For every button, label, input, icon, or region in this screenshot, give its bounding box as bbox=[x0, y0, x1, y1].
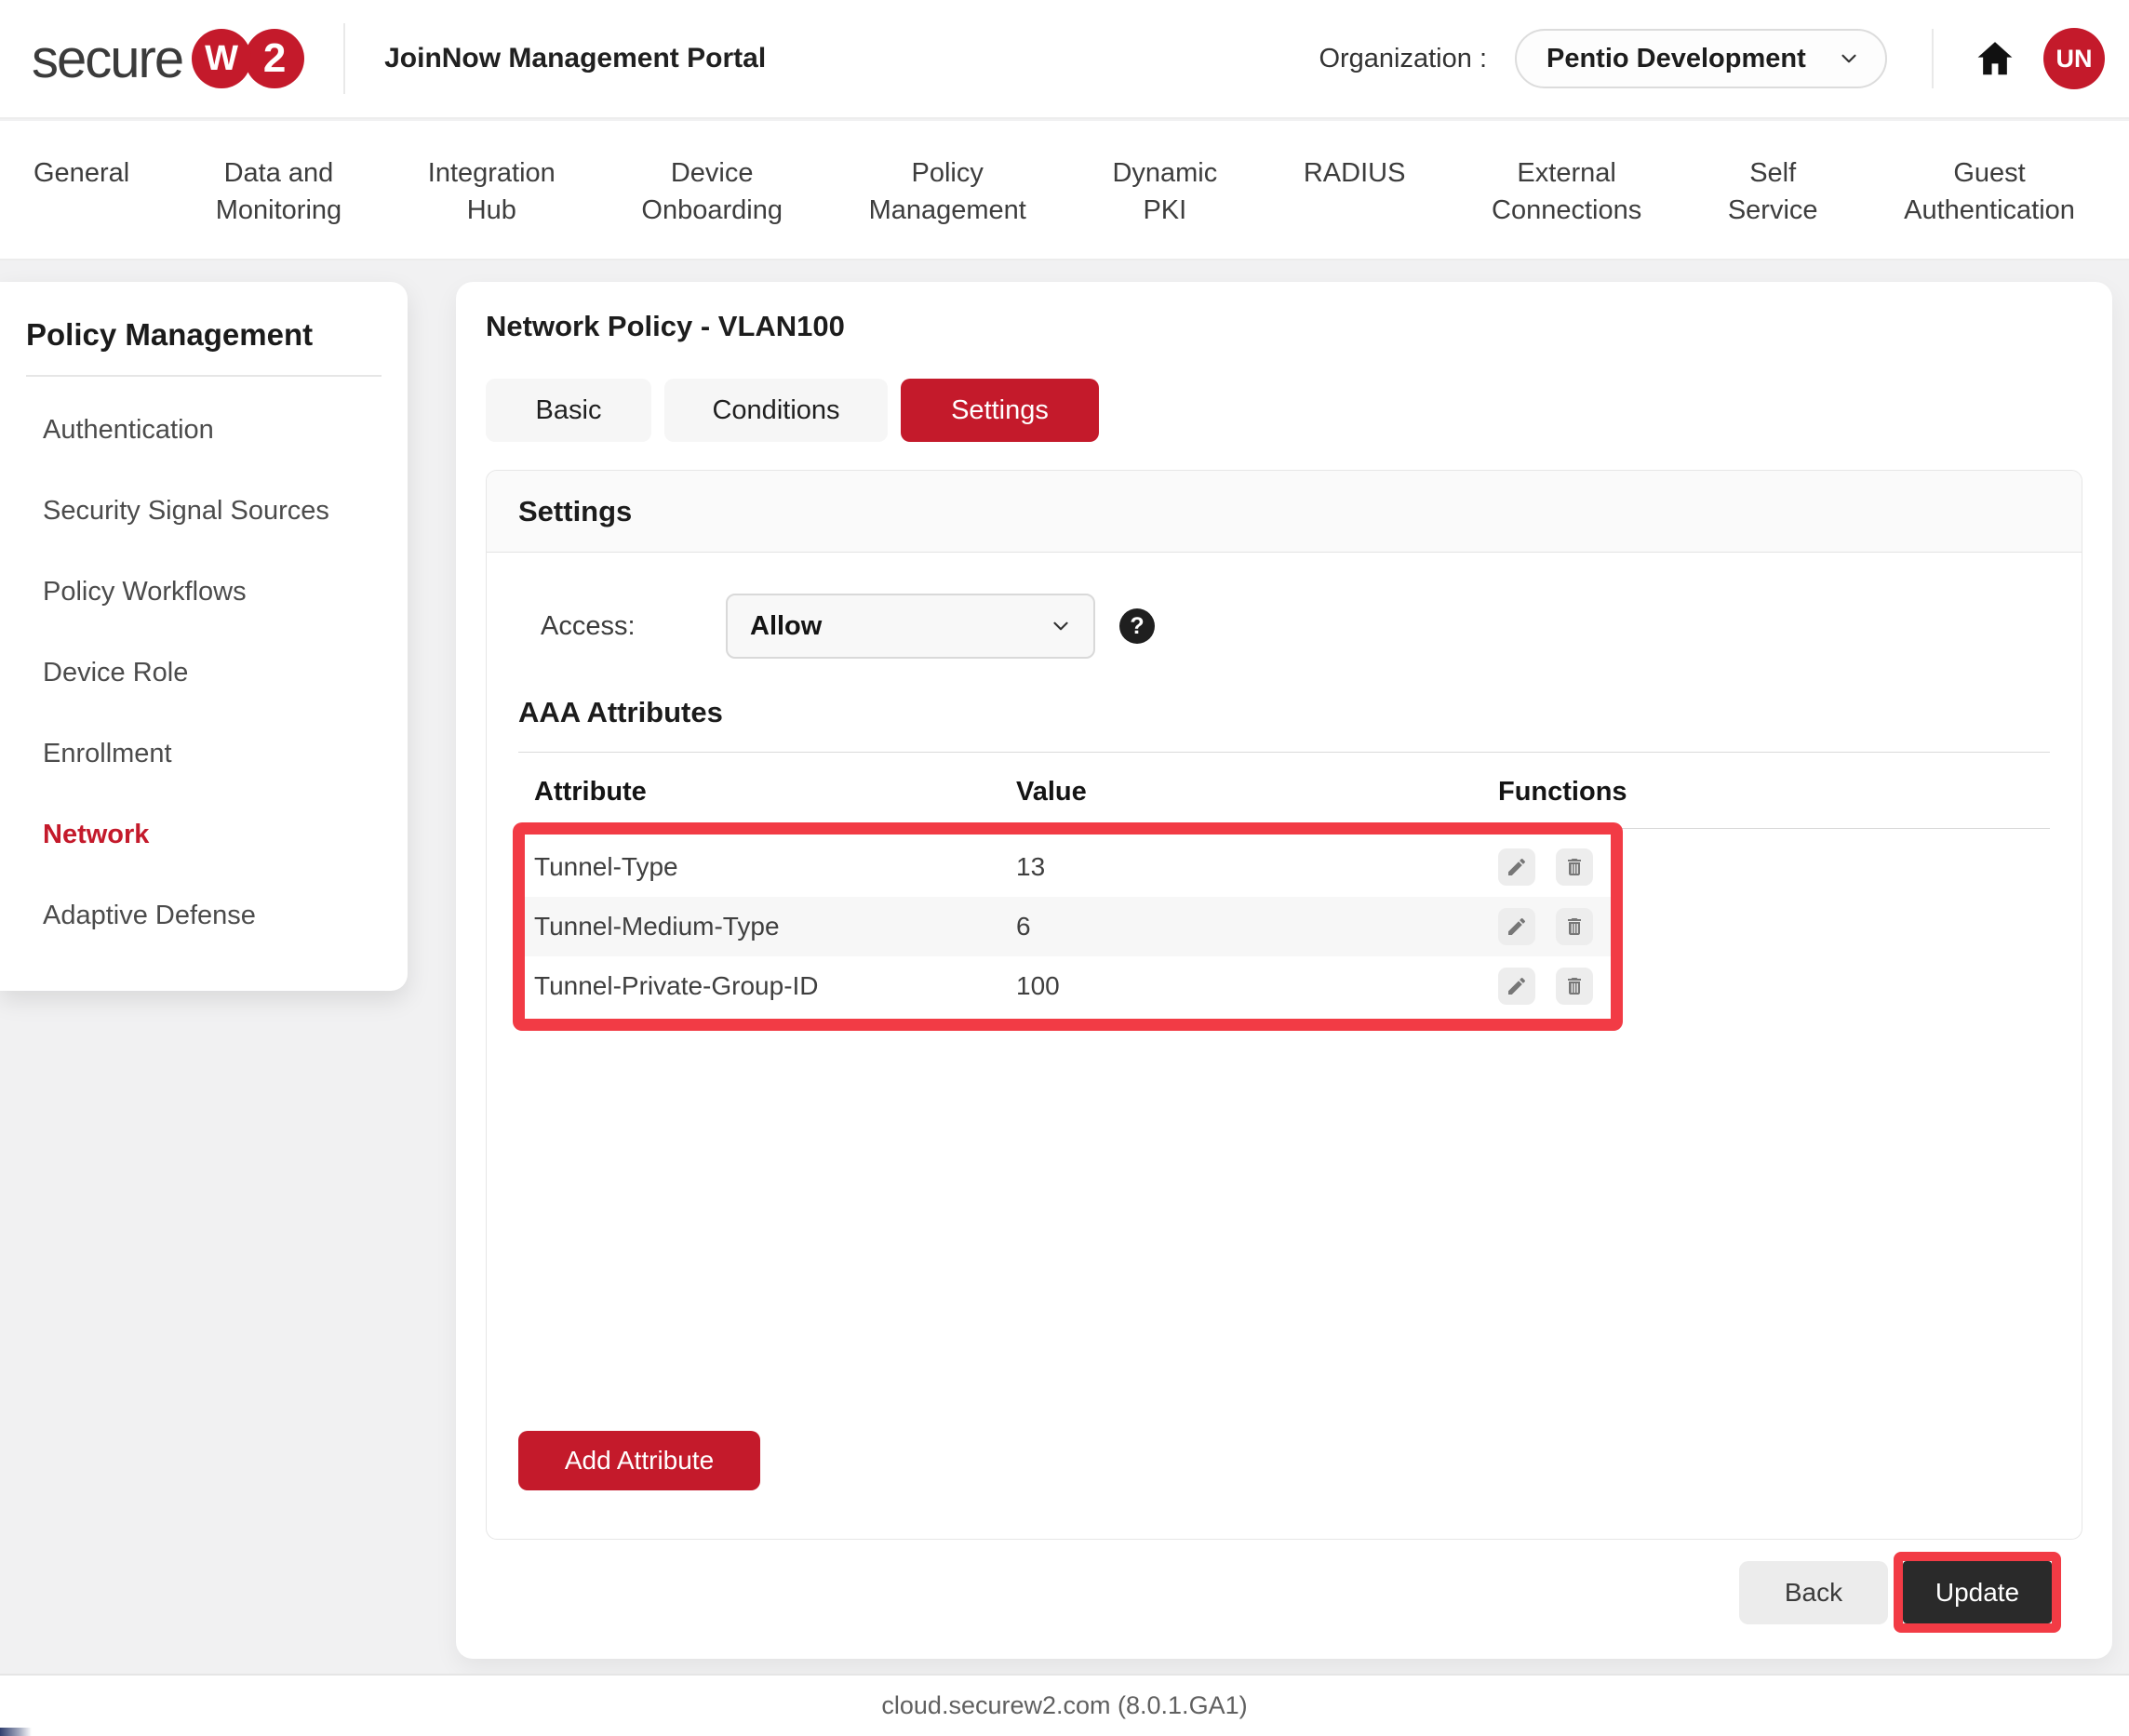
pencil-icon bbox=[1506, 975, 1528, 997]
access-label: Access: bbox=[541, 611, 726, 642]
sidebar-divider bbox=[26, 375, 382, 377]
edit-button[interactable] bbox=[1498, 968, 1535, 1005]
row-actions bbox=[1498, 968, 1611, 1005]
attribute-cell: Tunnel-Medium-Type bbox=[534, 912, 1016, 941]
value-cell: 100 bbox=[1016, 971, 1498, 1001]
attribute-cell: Tunnel-Type bbox=[534, 852, 1016, 882]
help-icon[interactable]: ? bbox=[1119, 608, 1155, 644]
nav-item-guest-authentication[interactable]: Guest Authentication bbox=[1904, 154, 2075, 229]
nav-item-self-service[interactable]: Self Service bbox=[1728, 154, 1818, 229]
chevron-down-icon bbox=[1049, 614, 1073, 638]
bottom-left-widget-sliver bbox=[0, 1728, 32, 1736]
value-cell: 6 bbox=[1016, 912, 1498, 941]
sidebar-title: Policy Management bbox=[26, 317, 382, 353]
card-actions: Back Update bbox=[486, 1552, 2082, 1633]
sidebar-item-security-signal-sources[interactable]: Security Signal Sources bbox=[0, 471, 408, 552]
settings-panel: Settings Access: Allow ? AAA Attributes … bbox=[486, 470, 2082, 1540]
access-row: Access: Allow ? bbox=[518, 594, 2050, 659]
back-button[interactable]: Back bbox=[1739, 1561, 1888, 1624]
top-header: secure W 2 JoinNow Management Portal Org… bbox=[0, 0, 2129, 119]
organization-label: Organization : bbox=[1319, 44, 1487, 74]
user-avatar[interactable]: UN bbox=[2043, 28, 2105, 89]
policy-management-sidebar: Policy Management Authentication Securit… bbox=[0, 282, 408, 991]
trash-icon bbox=[1563, 856, 1586, 878]
edit-button[interactable] bbox=[1498, 848, 1535, 886]
pencil-icon bbox=[1506, 915, 1528, 938]
sidebar-item-authentication[interactable]: Authentication bbox=[0, 390, 408, 471]
header-divider bbox=[343, 23, 345, 94]
nav-item-integration-hub[interactable]: Integration Hub bbox=[428, 154, 556, 229]
nav-item-dynamic-pki[interactable]: Dynamic PKI bbox=[1112, 154, 1217, 229]
header-divider bbox=[1932, 29, 1934, 88]
logo-circle-w: W bbox=[192, 29, 251, 88]
sidebar-item-device-role[interactable]: Device Role bbox=[0, 633, 408, 714]
logo-circle-2: 2 bbox=[245, 29, 304, 88]
access-select[interactable]: Allow bbox=[726, 594, 1095, 659]
main-navbar: General Data and Monitoring Integration … bbox=[0, 121, 2129, 260]
row-actions bbox=[1498, 848, 1611, 886]
annotation-box-update: Update bbox=[1894, 1552, 2061, 1633]
nav-item-device-onboarding[interactable]: Device Onboarding bbox=[641, 154, 783, 229]
tab-basic[interactable]: Basic bbox=[486, 379, 651, 442]
column-header-functions: Functions bbox=[1498, 777, 2050, 808]
annotation-box-table: Tunnel-Type 13 Tunnel-Medium-Type 6 bbox=[513, 822, 1623, 1031]
page-title: Network Policy - VLAN100 bbox=[486, 310, 2082, 343]
header-right: Organization : Pentio Development UN bbox=[1319, 28, 2129, 89]
access-select-value: Allow bbox=[750, 611, 822, 642]
portal-title: JoinNow Management Portal bbox=[384, 43, 766, 74]
delete-button[interactable] bbox=[1556, 848, 1593, 886]
column-header-attribute: Attribute bbox=[534, 777, 1016, 808]
home-button[interactable] bbox=[1971, 34, 2019, 83]
tab-conditions[interactable]: Conditions bbox=[664, 379, 888, 442]
delete-button[interactable] bbox=[1556, 908, 1593, 945]
pencil-icon bbox=[1506, 856, 1528, 878]
nav-item-general[interactable]: General bbox=[33, 154, 129, 192]
value-cell: 13 bbox=[1016, 852, 1498, 882]
delete-button[interactable] bbox=[1556, 968, 1593, 1005]
nav-item-policy-management[interactable]: Policy Management bbox=[869, 154, 1026, 229]
edit-button[interactable] bbox=[1498, 908, 1535, 945]
sidebar-list: Authentication Security Signal Sources P… bbox=[0, 390, 408, 956]
logo-text-secure: secure bbox=[32, 28, 182, 90]
settings-panel-body: Access: Allow ? AAA Attributes Attribute… bbox=[487, 553, 2082, 1533]
trash-icon bbox=[1563, 915, 1586, 938]
organization-value: Pentio Development bbox=[1547, 44, 1806, 74]
tab-settings[interactable]: Settings bbox=[901, 379, 1099, 442]
table-row-tunnel-medium-type: Tunnel-Medium-Type 6 bbox=[525, 897, 1611, 956]
footer-text: cloud.securew2.com (8.0.1.GA1) bbox=[881, 1691, 1247, 1720]
column-header-value: Value bbox=[1016, 777, 1498, 808]
aaa-table-header: Attribute Value Functions bbox=[518, 753, 2050, 829]
nav-item-data-and-monitoring[interactable]: Data and Monitoring bbox=[216, 154, 341, 229]
page-footer: cloud.securew2.com (8.0.1.GA1) bbox=[0, 1674, 2129, 1736]
content-area: Policy Management Authentication Securit… bbox=[0, 262, 2129, 1674]
update-button[interactable]: Update bbox=[1903, 1561, 2052, 1623]
table-row-tunnel-private-group-id: Tunnel-Private-Group-ID 100 bbox=[525, 956, 1611, 1016]
nav-item-external-connections[interactable]: External Connections bbox=[1492, 154, 1641, 229]
sidebar-item-network[interactable]: Network bbox=[0, 795, 408, 875]
network-policy-card: Network Policy - VLAN100 Basic Condition… bbox=[456, 282, 2112, 1659]
trash-icon bbox=[1563, 975, 1586, 997]
row-actions bbox=[1498, 908, 1611, 945]
sidebar-item-enrollment[interactable]: Enrollment bbox=[0, 714, 408, 795]
aaa-attributes-title: AAA Attributes bbox=[518, 696, 2050, 729]
add-attribute-button[interactable]: Add Attribute bbox=[518, 1431, 760, 1490]
nav-item-radius[interactable]: RADIUS bbox=[1304, 154, 1406, 192]
attribute-cell: Tunnel-Private-Group-ID bbox=[534, 971, 1016, 1001]
policy-tabs: Basic Conditions Settings bbox=[486, 379, 2082, 442]
table-row-tunnel-type: Tunnel-Type 13 bbox=[525, 837, 1611, 897]
chevron-down-icon bbox=[1837, 47, 1861, 71]
home-icon bbox=[1974, 37, 2016, 80]
organization-dropdown[interactable]: Pentio Development bbox=[1515, 29, 1887, 88]
settings-panel-title: Settings bbox=[487, 471, 2082, 553]
sidebar-item-policy-workflows[interactable]: Policy Workflows bbox=[0, 552, 408, 633]
securew2-logo[interactable]: secure W 2 bbox=[32, 28, 304, 90]
sidebar-item-adaptive-defense[interactable]: Adaptive Defense bbox=[0, 875, 408, 956]
